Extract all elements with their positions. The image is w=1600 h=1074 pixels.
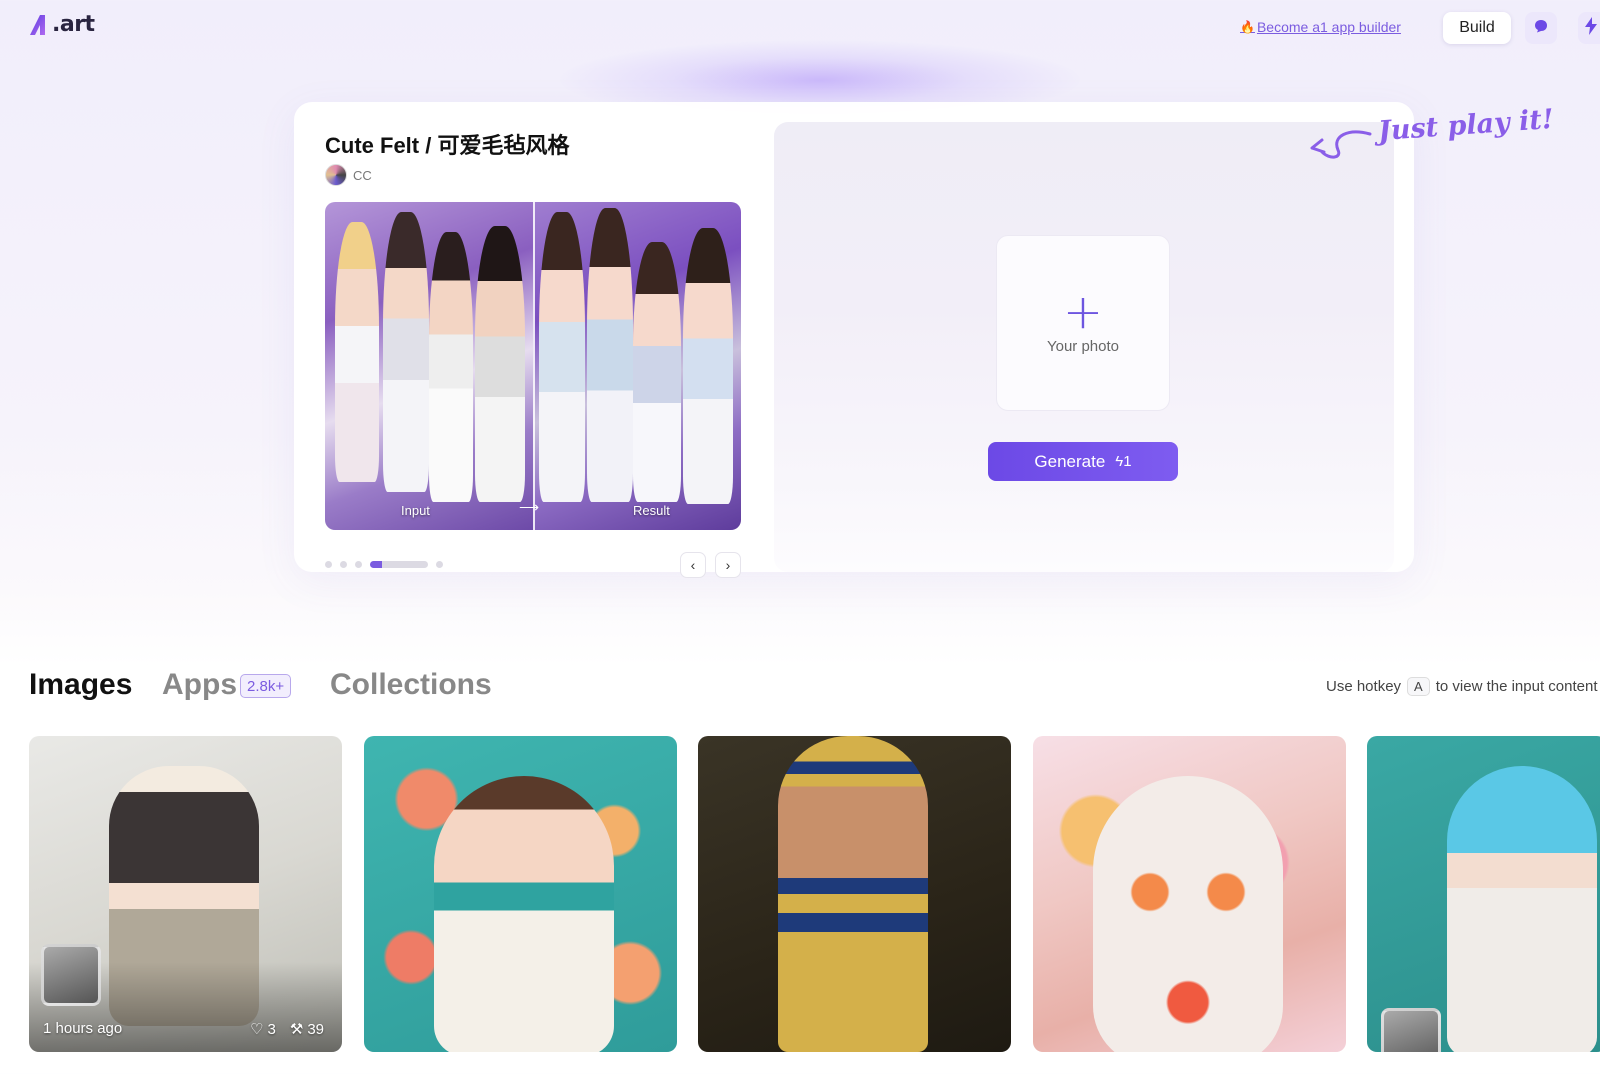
chat-icon	[1533, 18, 1549, 39]
upload-label: Your photo	[1046, 337, 1119, 355]
builder-link-label: Become a1 app builder	[1256, 19, 1401, 35]
likes-value: 3	[267, 1020, 276, 1038]
hotkey-suffix: to view the input content	[1435, 678, 1598, 695]
card-meta: 1 hours ago ♡ 3 ⚒ 39	[43, 1020, 324, 1038]
logo-mark-icon	[28, 13, 50, 37]
gallery-card[interactable]: 1 hours ago ♡ 3 ⚒ 39	[29, 736, 342, 1052]
compare-arrow-icon: ⟶	[519, 499, 540, 515]
input-thumbnail[interactable]	[41, 944, 101, 1006]
generate-button[interactable]: Generate ϟ1	[988, 442, 1178, 481]
credits-button[interactable]	[1578, 12, 1600, 44]
generate-label: Generate	[1034, 451, 1106, 471]
app-title[interactable]: Cute Felt / 可爱毛毡风格	[325, 128, 569, 160]
tab-collections[interactable]: Collections	[330, 668, 492, 702]
photo-upload[interactable]: + Your photo	[996, 235, 1170, 411]
result-label: Result	[633, 503, 670, 518]
hotkey-key: A	[1407, 677, 1430, 696]
tab-images[interactable]: Images	[29, 668, 132, 702]
carousel-prev-button[interactable]: ‹	[680, 552, 706, 578]
logo[interactable]: .art	[28, 12, 95, 37]
carousel-dot[interactable]	[355, 561, 362, 568]
chevron-right-icon: ›	[725, 557, 731, 573]
flame-icon: 🔥	[1240, 20, 1255, 34]
logo-text: .art	[52, 12, 95, 37]
compare-divider[interactable]	[533, 202, 535, 530]
hotkey-prefix: Use hotkey	[1326, 678, 1402, 695]
heart-icon: ♡	[250, 1021, 264, 1038]
avatar	[325, 164, 347, 186]
author[interactable]: CC	[325, 164, 372, 186]
gallery-card[interactable]	[698, 736, 1011, 1052]
gallery-card[interactable]	[364, 736, 677, 1052]
remix-count[interactable]: ⚒ 39	[289, 1020, 324, 1039]
generate-cost: ϟ1	[1115, 453, 1131, 470]
carousel-dot[interactable]	[325, 561, 332, 568]
curved-arrow-icon	[1310, 130, 1372, 159]
input-image: Input	[325, 202, 533, 530]
carousel-next-button[interactable]: ›	[715, 552, 741, 578]
carousel-dot[interactable]	[436, 561, 443, 568]
remixes-value: 39	[307, 1020, 324, 1038]
gallery-card[interactable]	[1033, 736, 1346, 1052]
carousel-dot-active[interactable]	[370, 561, 428, 568]
like-count[interactable]: ♡ 3	[250, 1020, 276, 1039]
wand-icon: ⚒	[289, 1021, 304, 1038]
cost-value: 1	[1123, 453, 1132, 470]
hotkey-hint: Use hotkey A to view the input content	[1326, 677, 1598, 696]
apps-count-badge: 2.8k+	[240, 674, 292, 698]
carousel-dots	[325, 561, 443, 568]
before-after-preview: Input Result ⟶	[325, 202, 741, 530]
bolt-icon	[1584, 16, 1598, 40]
input-label: Input	[401, 503, 430, 518]
gallery-card[interactable]	[1367, 736, 1600, 1052]
build-button[interactable]: Build	[1443, 12, 1511, 44]
author-name: CC	[353, 167, 372, 183]
tab-apps[interactable]: Apps	[162, 668, 237, 702]
input-thumbnail[interactable]	[1381, 1008, 1441, 1052]
chat-button[interactable]	[1525, 12, 1557, 44]
chevron-left-icon: ‹	[690, 557, 696, 573]
carousel-dot[interactable]	[340, 561, 347, 568]
become-builder-link[interactable]: 🔥 Become a1 app builder	[1240, 19, 1401, 35]
result-image: Result	[533, 202, 741, 530]
post-time: 1 hours ago	[43, 1020, 123, 1037]
plus-icon: +	[1062, 283, 1104, 340]
